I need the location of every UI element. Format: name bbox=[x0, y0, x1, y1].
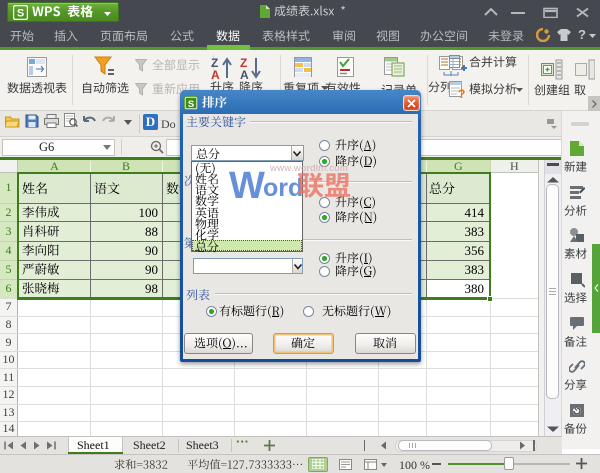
svg-text:A: A bbox=[240, 68, 249, 80]
svg-text:S: S bbox=[17, 8, 24, 20]
svg-text:S: S bbox=[188, 98, 194, 109]
svg-text:A: A bbox=[211, 68, 220, 80]
svg-text:?: ? bbox=[458, 87, 465, 99]
